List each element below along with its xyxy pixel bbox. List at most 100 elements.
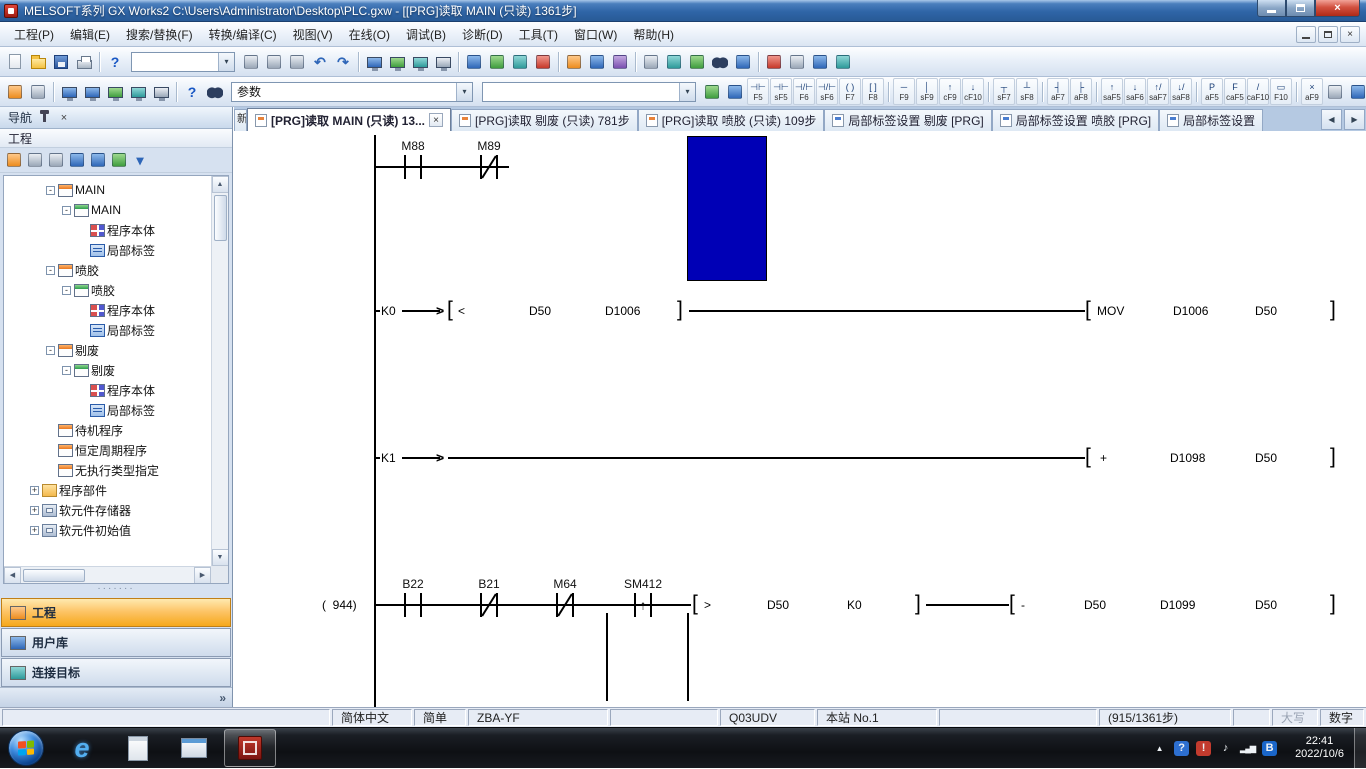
- tree-item[interactable]: -剔废: [4, 340, 211, 360]
- close-button[interactable]: ×: [1315, 0, 1360, 17]
- pin-button[interactable]: [36, 110, 52, 125]
- print-icon[interactable]: [73, 51, 95, 73]
- ladder-key-cF9[interactable]: ↑cF9: [939, 78, 961, 105]
- ladder-key-sF9[interactable]: │sF9: [916, 78, 938, 105]
- ladder-key-sF7[interactable]: ┬sF7: [993, 78, 1015, 105]
- find-icon[interactable]: [204, 81, 226, 103]
- device-monitor-3-icon[interactable]: [104, 81, 126, 103]
- tree-item[interactable]: 程序本体: [4, 300, 211, 320]
- nav-collapse-all-icon[interactable]: [88, 150, 108, 170]
- menu-item[interactable]: 调试(B): [398, 22, 454, 46]
- tree-item[interactable]: 恒定周期程序: [4, 440, 211, 460]
- scroll-right-icon[interactable]: ▶: [194, 567, 211, 584]
- start-button[interactable]: [8, 730, 44, 766]
- maximize-button[interactable]: [1286, 0, 1315, 17]
- tree-horizontal-scrollbar[interactable]: ◀ ▶: [4, 566, 211, 583]
- taskbar-clock[interactable]: 22:41 2022/10/6: [1285, 728, 1354, 768]
- device-test-icon[interactable]: [563, 51, 585, 73]
- tree-item[interactable]: -MAIN: [4, 200, 211, 220]
- network-icon[interactable]: ▂▄▆: [1240, 741, 1255, 756]
- menu-item[interactable]: 诊断(D): [454, 22, 511, 46]
- cut-icon[interactable]: [240, 51, 262, 73]
- minimize-button[interactable]: [1257, 0, 1286, 17]
- tab-scroll-left-button[interactable]: ◀: [1321, 109, 1342, 130]
- undo-icon[interactable]: ↶: [309, 51, 331, 73]
- ladder-key-saF7[interactable]: ↑/saF7: [1147, 78, 1169, 105]
- device-combo[interactable]: ▾: [482, 82, 696, 102]
- ladder-key-F6[interactable]: ⊣/⊢F6: [793, 78, 815, 105]
- show-desktop-button[interactable]: [1354, 728, 1366, 769]
- paste-icon[interactable]: [286, 51, 308, 73]
- ladder-key-sF6[interactable]: ⊣/⊢sF6: [816, 78, 838, 105]
- nav-button-project[interactable]: 工程: [1, 598, 231, 627]
- expand-toggle[interactable]: +: [30, 506, 39, 515]
- tree-vertical-scrollbar[interactable]: ▲ ▼: [211, 176, 228, 566]
- tab-overflow-sliver[interactable]: 新: [234, 109, 247, 131]
- menu-item[interactable]: 工具(T): [511, 22, 566, 46]
- ladder-key-F8[interactable]: [ ]F8: [862, 78, 884, 105]
- parameter-combo[interactable]: 参数 ▾: [231, 82, 473, 102]
- tree-item[interactable]: +软元件初始值: [4, 520, 211, 540]
- nav-new-item-icon[interactable]: [4, 150, 24, 170]
- remote-operation-icon[interactable]: [432, 51, 454, 73]
- ladder-key-F5[interactable]: ⊣⊢F5: [747, 78, 769, 105]
- read-from-plc-icon[interactable]: [386, 51, 408, 73]
- menu-item[interactable]: 转换/编译(C): [201, 22, 285, 46]
- expand-toggle[interactable]: +: [30, 486, 39, 495]
- inline-st-icon[interactable]: [1324, 81, 1346, 103]
- nav-copy-icon[interactable]: [25, 150, 45, 170]
- tree-item[interactable]: -剔废: [4, 360, 211, 380]
- nav-close-button[interactable]: ×: [56, 110, 72, 125]
- ladder-key-F10[interactable]: ▭F10: [1270, 78, 1292, 105]
- label-setting-icon[interactable]: [701, 81, 723, 103]
- ladder-key-cF10[interactable]: ↓cF10: [962, 78, 984, 105]
- ladder-key-F9[interactable]: ─F9: [893, 78, 915, 105]
- device-monitor-1-icon[interactable]: [58, 81, 80, 103]
- menu-item[interactable]: 搜索/替换(F): [118, 22, 201, 46]
- help-tray-icon[interactable]: ?: [1174, 741, 1189, 756]
- tree-item[interactable]: 局部标签: [4, 240, 211, 260]
- ladder-block-icon[interactable]: [1347, 81, 1366, 103]
- write-mode-icon[interactable]: [809, 51, 831, 73]
- tree-item[interactable]: -喷胶: [4, 280, 211, 300]
- tree-item[interactable]: 程序本体: [4, 380, 211, 400]
- help-icon[interactable]: ?: [104, 51, 126, 73]
- ladder-key-saF6[interactable]: ↓saF6: [1124, 78, 1146, 105]
- nav-expand-all-icon[interactable]: [67, 150, 87, 170]
- taskbar-gxworks-button[interactable]: [224, 729, 276, 767]
- note-icon[interactable]: [663, 51, 685, 73]
- monitor-mode-icon[interactable]: [463, 51, 485, 73]
- taskbar-explorer-button[interactable]: [168, 729, 220, 767]
- ladder-key-caF10[interactable]: /caF10: [1247, 78, 1269, 105]
- combo-dropdown-icon[interactable]: ▾: [218, 53, 234, 71]
- new-project-icon[interactable]: [4, 51, 26, 73]
- show-hidden-icons-icon[interactable]: ▲: [1152, 741, 1167, 756]
- tab-scroll-right-button[interactable]: ▶: [1344, 109, 1365, 130]
- taskbar-notepad-button[interactable]: [112, 729, 164, 767]
- read-mode-icon[interactable]: [786, 51, 808, 73]
- update-tray-icon[interactable]: !: [1196, 741, 1211, 756]
- volume-icon[interactable]: ♪: [1218, 741, 1233, 756]
- device-monitor-2-icon[interactable]: [81, 81, 103, 103]
- monitor-stop-icon[interactable]: [532, 51, 554, 73]
- tree-item[interactable]: 局部标签: [4, 320, 211, 340]
- ladder-key-aF5[interactable]: PaF5: [1201, 78, 1223, 105]
- expand-toggle[interactable]: +: [30, 526, 39, 535]
- tree-item[interactable]: -MAIN: [4, 180, 211, 200]
- device-batch-monitor-icon[interactable]: [586, 51, 608, 73]
- document-tab[interactable]: [PRG]读取 MAIN (只读) 13...×: [247, 108, 451, 131]
- document-tab[interactable]: 局部标签设置: [1159, 109, 1263, 131]
- navigation-window-icon[interactable]: [4, 81, 26, 103]
- expand-toggle[interactable]: -: [46, 266, 55, 275]
- horizontal-scroll-thumb[interactable]: [23, 569, 85, 582]
- intelligent-monitor-icon[interactable]: [150, 81, 172, 103]
- element-selection-icon[interactable]: [27, 81, 49, 103]
- mdi-close-button[interactable]: ×: [1340, 26, 1360, 43]
- menu-item[interactable]: 在线(O): [341, 22, 398, 46]
- menu-item[interactable]: 视图(V): [285, 22, 341, 46]
- expand-toggle[interactable]: -: [62, 206, 71, 215]
- taskbar-ie-button[interactable]: e: [56, 729, 108, 767]
- watch-window-icon[interactable]: [127, 81, 149, 103]
- panel-splitter-handle[interactable]: ·······: [0, 584, 232, 598]
- ladder-key-aF8[interactable]: ├aF8: [1070, 78, 1092, 105]
